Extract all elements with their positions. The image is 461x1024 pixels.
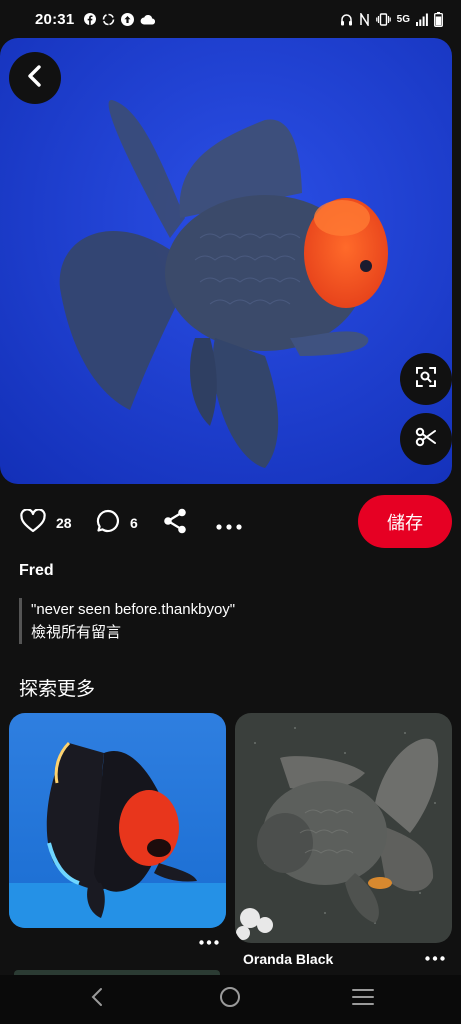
nav-home-icon <box>219 986 241 1013</box>
comment-preview: "never seen before.thankbyoy" 檢視所有留言 <box>19 598 235 644</box>
chevron-left-icon <box>25 64 45 92</box>
signal-icon <box>416 13 428 26</box>
battery-icon <box>434 11 443 27</box>
explore-more-heading: 探索更多 <box>19 678 96 700</box>
comment-count: 6 <box>130 514 138 531</box>
share-icon <box>163 508 187 537</box>
back-button[interactable] <box>9 52 61 104</box>
like-button[interactable]: 28 <box>20 508 72 536</box>
headphones-icon <box>340 13 353 26</box>
scissors-icon <box>415 426 437 453</box>
comment-author[interactable]: Fred <box>19 562 54 580</box>
cloud-icon <box>140 14 156 25</box>
comment-icon <box>96 509 120 536</box>
more-options-button[interactable] <box>216 517 242 533</box>
nfc-icon <box>359 12 370 26</box>
visual-search-button[interactable] <box>400 353 452 405</box>
vibrate-icon <box>375 12 391 26</box>
card-more-button[interactable] <box>425 948 445 966</box>
related-pin-card[interactable] <box>9 713 226 928</box>
status-bar: 20:31 5G <box>0 0 461 38</box>
heart-icon <box>20 508 46 536</box>
share-button[interactable] <box>163 508 187 537</box>
status-time: 20:31 <box>35 10 75 28</box>
notification-icons <box>84 12 156 26</box>
system-icons: 5G <box>340 11 443 27</box>
cutout-button[interactable] <box>400 413 452 465</box>
pin-actions: 28 6 儲存 <box>0 495 461 549</box>
related-pin-card[interactable] <box>235 713 452 943</box>
sync-icon <box>102 13 115 26</box>
facebook-icon <box>84 13 97 25</box>
network-type: 5G <box>396 13 410 25</box>
view-all-comments-link[interactable]: 檢視所有留言 <box>31 621 235 644</box>
comment-button[interactable]: 6 <box>96 509 138 536</box>
save-button[interactable]: 儲存 <box>358 495 452 548</box>
nav-back-icon <box>90 987 104 1012</box>
nav-back-button[interactable] <box>62 975 132 1024</box>
nav-menu-icon <box>352 988 374 1011</box>
like-count: 28 <box>56 514 72 531</box>
upload-icon <box>121 12 135 26</box>
nav-home-button[interactable] <box>195 975 265 1024</box>
lens-search-icon <box>414 365 438 394</box>
nav-recents-button[interactable] <box>328 975 398 1024</box>
card-more-button[interactable] <box>199 932 219 950</box>
more-icon <box>216 517 242 533</box>
pin-image[interactable] <box>0 38 452 484</box>
related-pin-title[interactable]: Oranda Black <box>243 951 333 967</box>
system-nav-bar <box>0 975 461 1024</box>
comment-text: "never seen before.thankbyoy" <box>31 601 236 618</box>
